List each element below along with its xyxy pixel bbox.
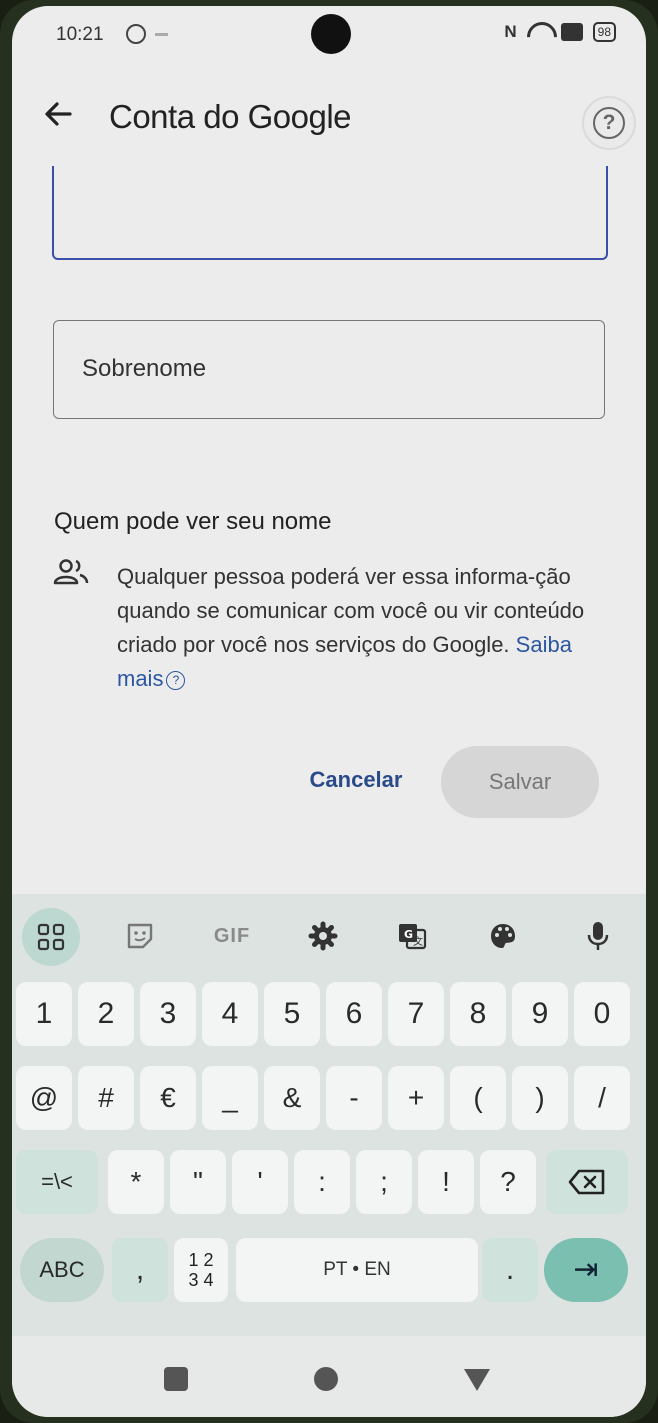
microphone-icon [587, 922, 609, 950]
key-minus[interactable]: - [326, 1066, 382, 1130]
key-4[interactable]: 4 [202, 982, 258, 1046]
key-0[interactable]: 0 [574, 982, 630, 1046]
key-question[interactable]: ? [480, 1150, 536, 1214]
settings-button[interactable] [293, 906, 353, 966]
key-5[interactable]: 5 [264, 982, 320, 1046]
bottom-row: ABC , 1 2 3 4 PT • EN . ⇥ [12, 1234, 646, 1306]
key-at[interactable]: @ [16, 1066, 72, 1130]
grid-icon [37, 923, 65, 951]
key-hash[interactable]: # [78, 1066, 134, 1130]
sticker-button[interactable] [110, 906, 170, 966]
key-double-quote[interactable]: " [170, 1150, 226, 1214]
help-circle-icon: ? [593, 107, 625, 139]
cancel-button[interactable]: Cancelar [297, 755, 415, 805]
phone-frame: 10:21 N 98 Conta do Google ? Sobrenome Q… [0, 0, 658, 1423]
front-camera [311, 14, 351, 54]
palette-icon [491, 924, 515, 948]
key-1[interactable]: 1 [16, 982, 72, 1046]
more-symbols-key[interactable]: =\< [16, 1150, 98, 1214]
people-icon [53, 558, 89, 586]
last-name-field[interactable]: Sobrenome [53, 320, 605, 419]
key-8[interactable]: 8 [450, 982, 506, 1046]
translate-icon: G 文 [399, 924, 427, 950]
sync-icon [126, 24, 146, 44]
symbol-row-1: @ # € _ & - + ( ) / [12, 1066, 646, 1138]
abc-key[interactable]: ABC [20, 1238, 104, 1302]
wifi-icon [527, 22, 551, 42]
gif-label: GIF [213, 924, 251, 947]
spacebar[interactable]: PT • EN [236, 1238, 478, 1302]
numpad-bottom: 3 4 [188, 1270, 214, 1290]
visibility-description: Qualquer pessoa poderá ver essa informa-… [117, 560, 617, 696]
navigation-bar [12, 1336, 646, 1417]
key-slash[interactable]: / [574, 1066, 630, 1130]
back-triangle-icon[interactable] [464, 1369, 490, 1391]
key-semicolon[interactable]: ; [356, 1150, 412, 1214]
key-plus[interactable]: + [388, 1066, 444, 1130]
screen: 10:21 N 98 Conta do Google ? Sobrenome Q… [12, 6, 646, 1417]
key-single-quote[interactable]: ' [232, 1150, 288, 1214]
number-row: 1 2 3 4 5 6 7 8 9 0 [12, 982, 646, 1054]
visibility-body: Qualquer pessoa poderá ver essa informa-… [117, 564, 585, 657]
key-asterisk[interactable]: * [108, 1150, 164, 1214]
key-close-paren[interactable]: ) [512, 1066, 568, 1130]
apps-grid-button[interactable] [22, 908, 80, 966]
recents-icon[interactable] [164, 1367, 188, 1391]
sticker-icon [127, 923, 153, 949]
key-comma[interactable]: , [112, 1238, 168, 1302]
status-icons: N 98 [504, 22, 616, 42]
svg-text:文: 文 [413, 935, 423, 948]
first-name-field[interactable] [52, 166, 608, 260]
key-exclamation[interactable]: ! [418, 1150, 474, 1214]
key-7[interactable]: 7 [388, 982, 444, 1046]
key-6[interactable]: 6 [326, 982, 382, 1046]
backspace-icon [568, 1169, 605, 1195]
key-underscore[interactable]: _ [202, 1066, 258, 1130]
symbol-row-2: =\< * " ' : ; ! ? [12, 1150, 646, 1222]
theme-button[interactable] [473, 906, 533, 966]
key-9[interactable]: 9 [512, 982, 568, 1046]
help-button[interactable]: ? [582, 96, 636, 150]
status-time: 10:21 [56, 24, 104, 45]
key-euro[interactable]: € [140, 1066, 196, 1130]
page-title: Conta do Google [109, 98, 352, 135]
gear-icon [308, 921, 338, 951]
backspace-key[interactable] [546, 1150, 628, 1214]
translate-button[interactable]: G 文 [382, 906, 442, 966]
key-3[interactable]: 3 [140, 982, 196, 1046]
enter-key[interactable]: ⇥ [544, 1238, 628, 1302]
numpad-top: 1 2 [188, 1250, 214, 1270]
keyboard: GIF G 文 1 2 3 4 5 6 7 8 9 0 @ # € _ & - … [12, 894, 646, 1336]
last-name-placeholder: Sobrenome [82, 355, 207, 382]
gif-button[interactable]: GIF [202, 906, 262, 966]
key-2[interactable]: 2 [78, 982, 134, 1046]
visibility-title: Quem pode ver seu nome [54, 508, 332, 535]
key-colon[interactable]: : [294, 1150, 350, 1214]
save-button[interactable]: Salvar [441, 746, 599, 818]
battery-icon: 98 [592, 22, 616, 42]
numpad-key[interactable]: 1 2 3 4 [174, 1238, 228, 1302]
arrow-left-icon[interactable] [38, 94, 78, 134]
dash-icon [155, 33, 168, 36]
home-icon[interactable] [314, 1367, 338, 1391]
key-period[interactable]: . [482, 1238, 538, 1302]
key-open-paren[interactable]: ( [450, 1066, 506, 1130]
keyboard-toolbar: GIF G 文 [12, 894, 646, 978]
svg-text:G: G [404, 928, 413, 941]
nfc-icon: N [504, 22, 517, 41]
sim-icon [560, 23, 583, 41]
voice-input-button[interactable] [568, 906, 628, 966]
help-circle-icon[interactable]: ? [166, 671, 186, 690]
key-ampersand[interactable]: & [264, 1066, 320, 1130]
